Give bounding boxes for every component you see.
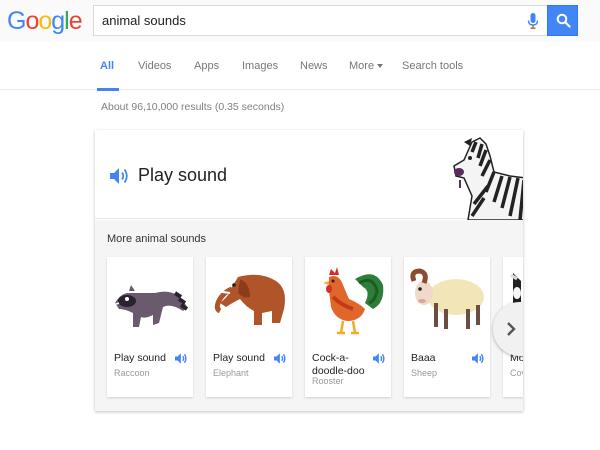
search-input[interactable] xyxy=(102,6,512,35)
rooster-image xyxy=(323,267,384,335)
zebra-image xyxy=(453,137,523,220)
search-tabs: All Videos Apps Images News More Search … xyxy=(0,42,600,90)
header-bar: Google xyxy=(0,0,600,42)
active-tab-indicator xyxy=(97,88,119,91)
sheep-image xyxy=(410,268,484,329)
speaker-icon[interactable] xyxy=(273,352,288,365)
tab-more-label: More xyxy=(349,60,375,72)
logo-letter: o xyxy=(38,7,52,35)
play-sound-button[interactable]: Play sound xyxy=(138,165,227,186)
tab-all[interactable]: All xyxy=(100,60,114,72)
speaker-icon[interactable] xyxy=(174,352,189,365)
result-stats: About 96,10,000 results (0.35 seconds) xyxy=(101,101,285,113)
search-results-page: Google All Videos Apps Images News More … xyxy=(0,0,600,450)
animal-tile-elephant[interactable]: Play sound Elephant xyxy=(206,257,292,397)
speaker-icon[interactable] xyxy=(372,352,387,365)
tile-label-line1: Cock-a- xyxy=(312,352,349,364)
logo-letter: o xyxy=(25,7,39,35)
tile-label: Play sound xyxy=(114,352,166,364)
search-box xyxy=(93,5,547,36)
tile-sub: Cov xyxy=(510,368,523,378)
tab-apps[interactable]: Apps xyxy=(194,60,219,72)
logo-letter: e xyxy=(68,7,83,35)
microphone-icon[interactable] xyxy=(526,12,540,30)
tile-sub: Raccoon xyxy=(114,368,150,378)
animal-tile-rooster[interactable]: Cock-a- doodle-doo Rooster xyxy=(305,257,391,397)
tab-news[interactable]: News xyxy=(300,60,328,72)
animal-tile-raccoon[interactable]: Play sound Raccoon xyxy=(107,257,193,397)
logo-letter: G xyxy=(7,7,26,35)
tab-search-tools[interactable]: Search tools xyxy=(402,60,463,72)
more-animal-sounds: More animal sounds Play sound Raccoon Pl… xyxy=(95,220,523,411)
speaker-icon[interactable] xyxy=(109,166,131,186)
tile-label: Play sound xyxy=(213,352,265,364)
more-animal-sounds-title: More animal sounds xyxy=(107,233,207,245)
tab-images[interactable]: Images xyxy=(242,60,278,72)
tile-sub: Rooster xyxy=(312,376,344,386)
play-sound-panel: Play sound xyxy=(95,130,523,220)
tile-sub: Sheep xyxy=(411,368,438,378)
elephant-image xyxy=(214,274,285,325)
chevron-right-icon xyxy=(507,322,516,336)
speaker-icon[interactable] xyxy=(471,352,486,365)
animal-tile-sheep[interactable]: Baaa Sheep xyxy=(404,257,490,397)
search-button[interactable] xyxy=(547,5,578,36)
logo-letter: g xyxy=(51,7,65,35)
caret-down-icon xyxy=(377,64,384,68)
tile-label: Baaa xyxy=(411,352,436,364)
google-logo[interactable]: Google xyxy=(7,7,83,35)
raccoon-image xyxy=(112,285,189,327)
tab-videos[interactable]: Videos xyxy=(138,60,171,72)
tile-sub: Elephant xyxy=(213,368,249,378)
tab-more[interactable]: More xyxy=(349,60,384,72)
animal-sounds-card: Play sound More animal sounds Play sound… xyxy=(95,130,523,411)
search-icon xyxy=(556,13,571,28)
